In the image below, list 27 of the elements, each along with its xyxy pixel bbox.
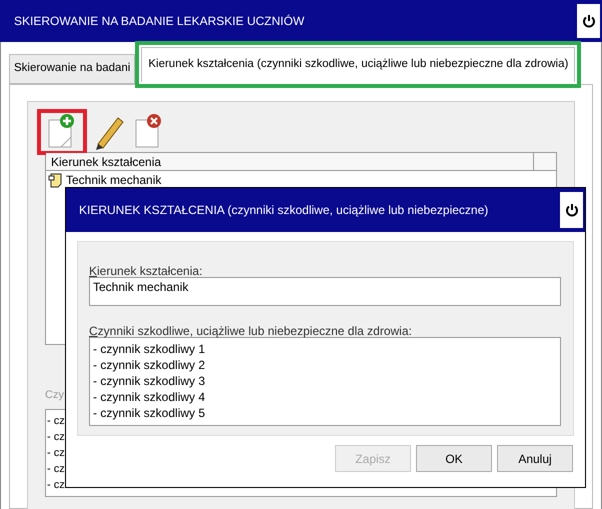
power-icon [564, 203, 578, 217]
list-line: - czynnik szkodliwy 2 [93, 357, 206, 372]
tab[interactable]: Skierowanie na badani [9, 54, 136, 84]
list-line: - cz [47, 414, 65, 429]
list-line: - czynnik szkodliwy 3 [93, 373, 206, 388]
list-line: - czynnik szkodliwy 1 [93, 341, 206, 356]
dialog-button[interactable]: OK [416, 445, 492, 472]
power-button[interactable] [560, 192, 583, 228]
text-area[interactable]: - czynnik szkodliwy 1 - czynnik szkodliwy 2 - czynnik szkodliwy 3 - czynnik szkodliwy 4 - czynnik szkodliwy 5 [89, 337, 561, 426]
dialog-title: KIERUNEK KSZTAŁCENIA (czynniki szkodliwe, uciążliwe lub niebezpieczne) [79, 202, 488, 219]
list-line: - cz [47, 462, 65, 477]
scroll-icon [48, 172, 64, 188]
list-line: - cz [47, 446, 65, 461]
list-line: - cz [47, 430, 65, 445]
window-title: SKIEROWANIE NA BADANIE LEKARSKIE UCZNIÓW [14, 13, 304, 30]
power-button[interactable] [577, 4, 600, 38]
field-label: Czynniki szkodliwe, uciążliwe lub niebezpieczne dla zdrowia: [89, 323, 413, 337]
power-icon [582, 14, 596, 28]
table-cell[interactable]: Technik mechanik [66, 171, 162, 189]
list-line: - czynnik szkodliwy 4 [93, 389, 206, 404]
dialog-button[interactable]: Anuluj [497, 445, 573, 472]
tab[interactable]: Kierunek kształcenia (czynniki szkodliwe, uciążliwe lub niebezpieczne dla zdrowia) [141, 47, 576, 82]
field-label: Kierunek kształcenia: [89, 263, 204, 277]
list-line: - czynnik szkodliwy 5 [93, 405, 206, 420]
input-field[interactable]: Technik mechanik [89, 277, 561, 306]
field-label: Czy [45, 388, 64, 403]
list-line: - cz [47, 478, 65, 493]
